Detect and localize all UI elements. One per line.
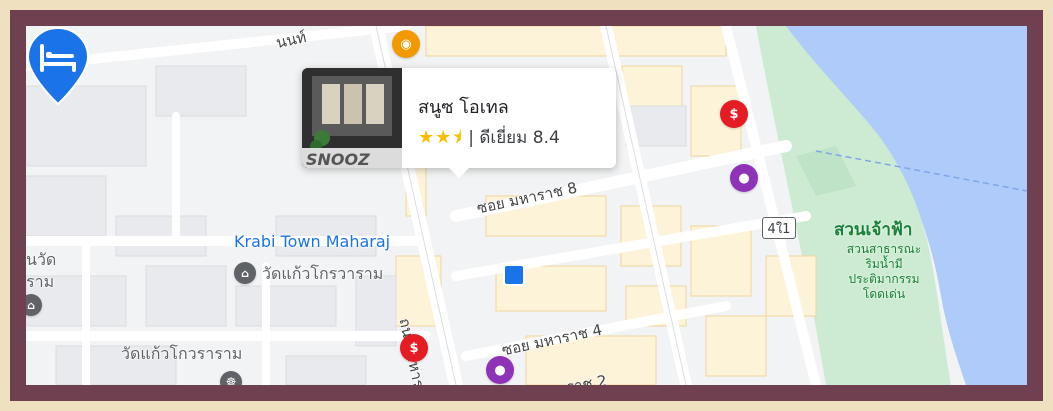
hotel-photo: SNOOZ — [302, 68, 402, 168]
rating-score: | ดีเยี่ยม 8.4 — [468, 128, 560, 148]
krabi-town-label[interactable]: Krabi Town Maharaj — [234, 232, 390, 251]
park-sub-line4: โดดเด่น — [862, 287, 906, 301]
shopping-bag-icon[interactable]: $ — [400, 334, 428, 362]
hotel-name[interactable]: สนูซ โอเทล — [418, 92, 509, 121]
temple-label-2[interactable]: วัดแก้วโกวราราม — [121, 342, 242, 367]
temple-label-1[interactable]: วัดแก้วโกรวาราม — [262, 262, 383, 287]
pin-icon[interactable]: ● — [730, 164, 758, 192]
bus-icon[interactable] — [503, 264, 525, 286]
page-frame: นนท์ ซอย มหาราช 8 ซอย มหาราช 4 ราช 2 ถนน… — [0, 0, 1053, 411]
camera-icon[interactable]: ◉ — [392, 30, 420, 58]
star-rating-icon: ★★⯨ — [418, 127, 463, 148]
route-shield: 4ใ1 — [762, 217, 796, 239]
hotel-rating: ★★⯨ | ดีเยี่ยม 8.4 — [418, 124, 560, 155]
hotel-photo-sign: SNOOZ — [306, 150, 370, 168]
temple-left-line2: ราม — [26, 272, 55, 291]
hotel-popup[interactable]: SNOOZ สนูซ โอเทล ★★⯨ | ดีเยี่ยม 8.4 — [302, 68, 616, 178]
hotel-marker[interactable] — [26, 26, 90, 106]
shopping-bag-icon[interactable]: $ — [720, 100, 748, 128]
map-view[interactable]: นนท์ ซอย มหาราช 8 ซอย มหาราช 4 ราช 2 ถนน… — [26, 26, 1027, 385]
pin-icon[interactable]: ● — [486, 356, 514, 384]
map-border: นนท์ ซอย มหาราช 8 ซอย มหาราช 4 ราช 2 ถนน… — [10, 10, 1043, 401]
park-name-label[interactable]: สวนเจ้าฟ้า — [834, 216, 912, 243]
temple-icon[interactable]: ⌂ — [234, 262, 256, 284]
